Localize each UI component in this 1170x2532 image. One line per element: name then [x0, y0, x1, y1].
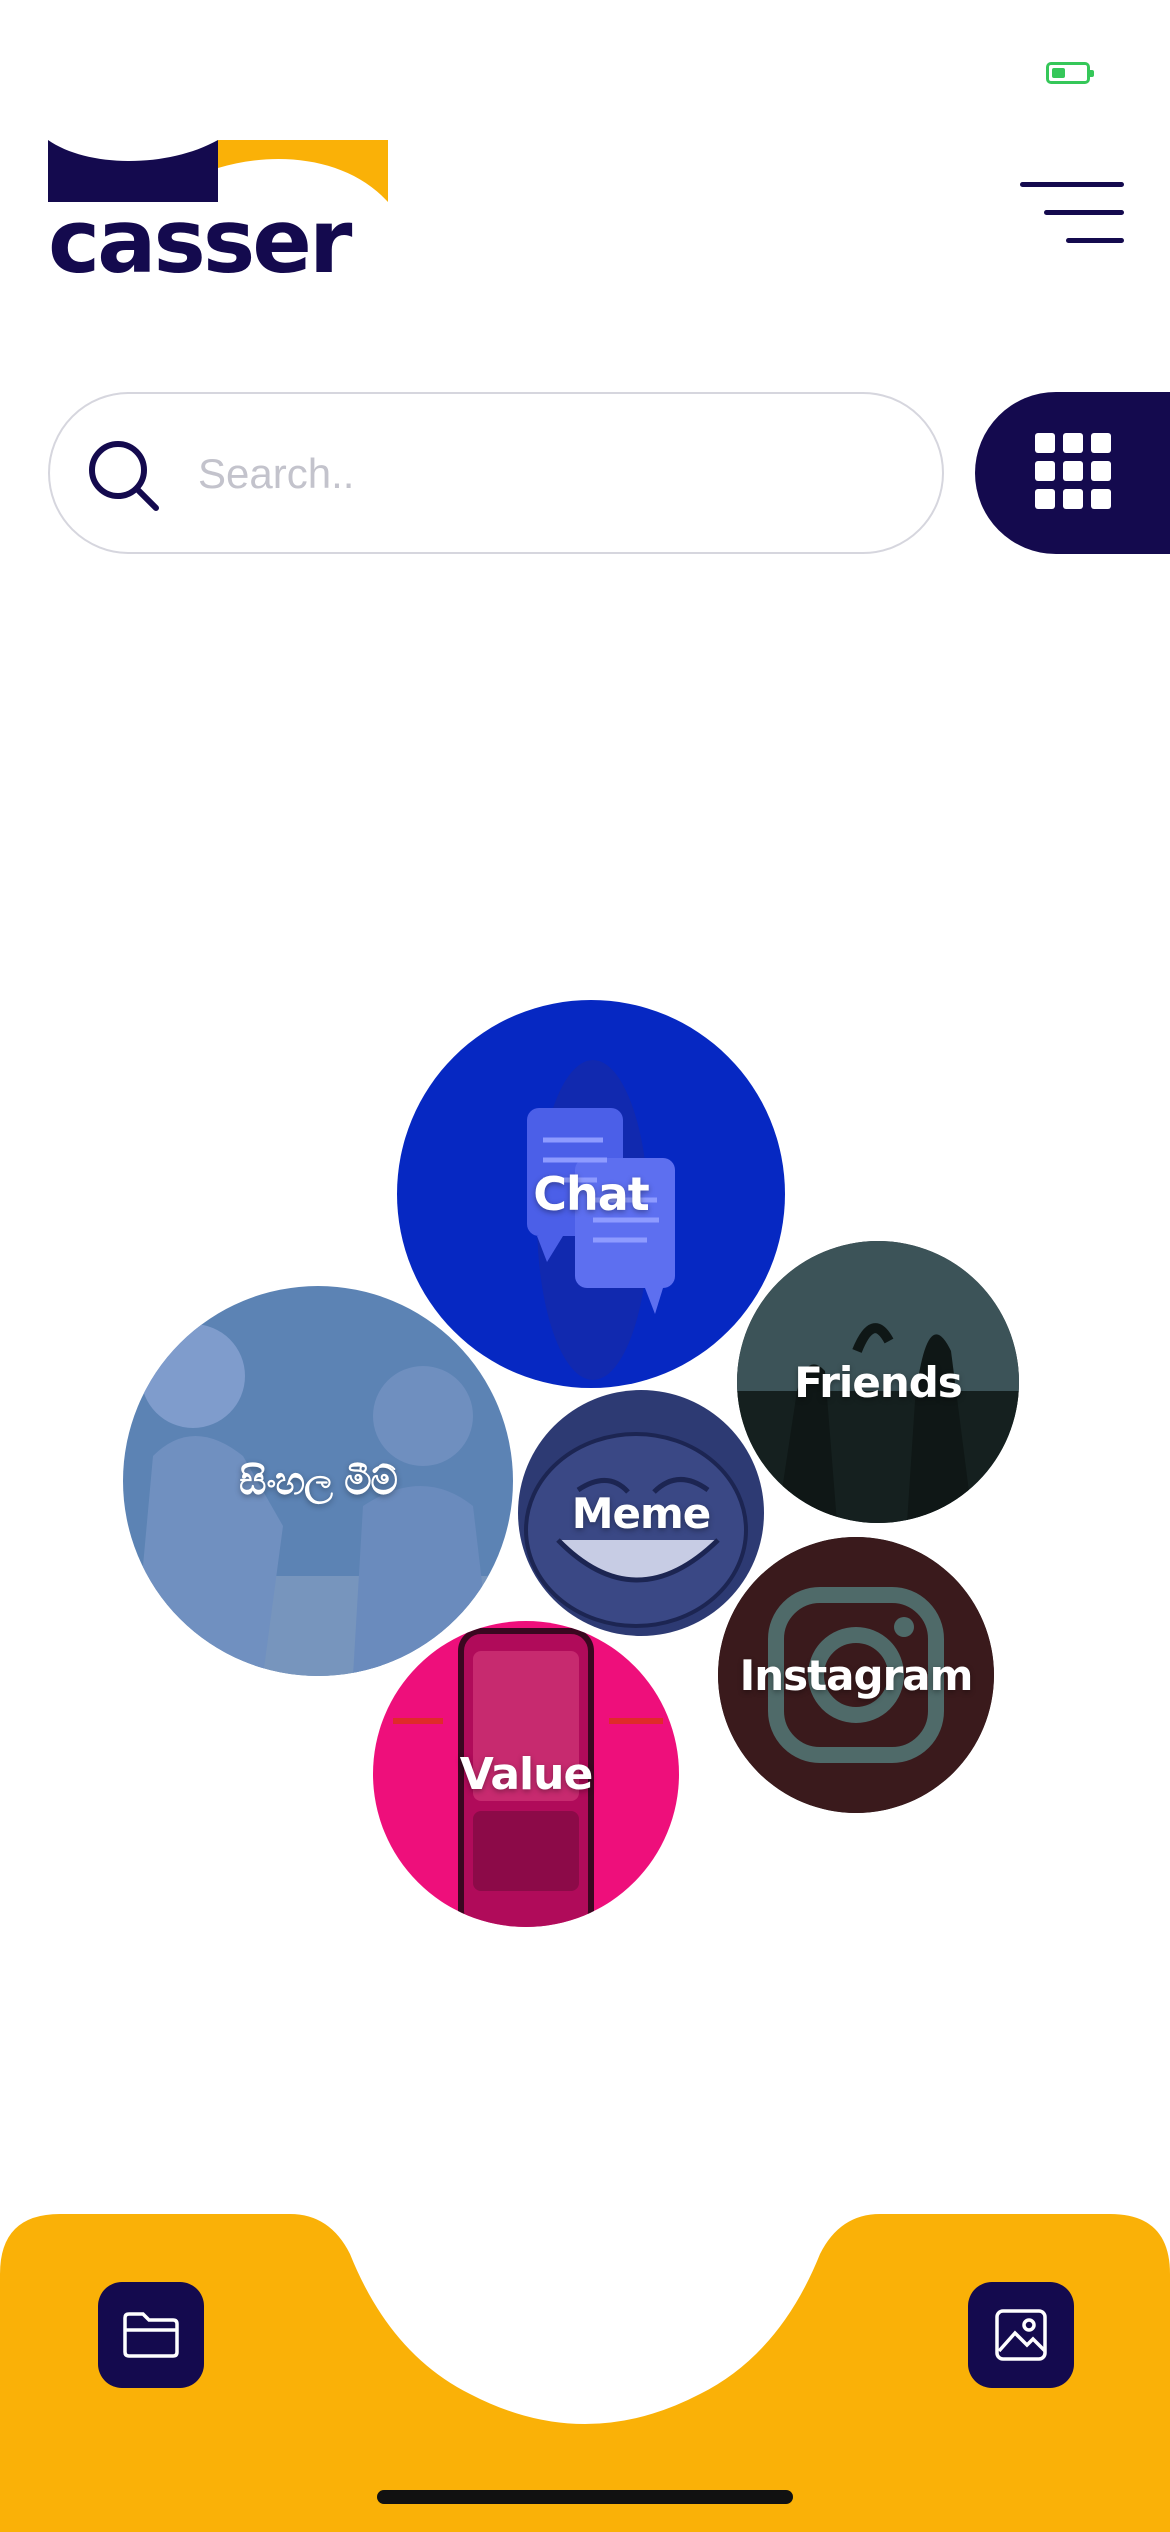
- logo-wordmark: casser: [48, 190, 352, 293]
- bubble-sinhala-memes[interactable]: සිංහල මීම්: [123, 1286, 513, 1676]
- casser-logo: casser: [48, 140, 388, 290]
- bubble-friends[interactable]: Friends: [737, 1241, 1019, 1523]
- grid-icon: [1035, 433, 1111, 509]
- folder-button[interactable]: [98, 2282, 204, 2388]
- image-icon: [995, 2309, 1047, 2361]
- bubble-label: Instagram: [739, 1650, 974, 1700]
- folder-icon: [123, 2312, 179, 2358]
- menu-line: [1066, 238, 1124, 243]
- menu-button[interactable]: [1010, 178, 1124, 248]
- home-indicator: [377, 2490, 793, 2504]
- bubble-label: Chat: [533, 1167, 650, 1221]
- search-icon[interactable]: [86, 438, 160, 512]
- menu-line: [1044, 210, 1124, 215]
- bubble-value[interactable]: Value: [373, 1621, 679, 1927]
- menu-line: [1020, 182, 1124, 187]
- bubble-label: Friends: [794, 1357, 963, 1407]
- bubble-label: සිංහල මීම්: [239, 1458, 398, 1503]
- search-input[interactable]: [196, 430, 900, 518]
- battery-icon: [1046, 62, 1094, 84]
- bubble-label: Value: [459, 1748, 594, 1800]
- bubble-instagram[interactable]: Instagram: [718, 1537, 994, 1813]
- bubble-label: Meme: [571, 1488, 712, 1538]
- grid-menu-button[interactable]: [975, 392, 1170, 554]
- gallery-button[interactable]: [968, 2282, 1074, 2388]
